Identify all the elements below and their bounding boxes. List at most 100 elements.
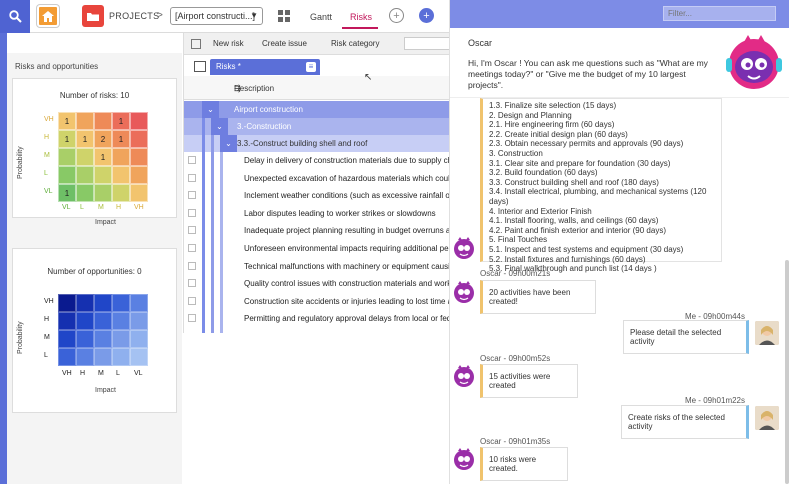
risk-cell[interactable] bbox=[112, 184, 130, 202]
risk-row[interactable]: Permitting and regulatory approval delay… bbox=[184, 310, 450, 328]
risk-cell[interactable] bbox=[112, 148, 130, 166]
group-row[interactable]: ⌄ 3.3.-Construct building shell and roof bbox=[184, 135, 450, 152]
risk-cell[interactable] bbox=[130, 130, 148, 148]
opportunity-cell[interactable] bbox=[94, 294, 112, 312]
create-issue-button[interactable]: Create issue bbox=[262, 39, 307, 48]
dashboard-icon[interactable] bbox=[278, 10, 290, 22]
add-button[interactable]: + bbox=[419, 8, 434, 23]
risk-cell[interactable] bbox=[58, 166, 76, 184]
risk-row[interactable]: Construction site accidents or injuries … bbox=[184, 292, 450, 310]
opportunity-cell[interactable] bbox=[94, 348, 112, 366]
opportunity-cell[interactable] bbox=[130, 294, 148, 312]
risk-cell[interactable] bbox=[94, 112, 112, 130]
opportunity-cell[interactable] bbox=[58, 294, 76, 312]
opportunity-cell[interactable] bbox=[76, 348, 94, 366]
risk-cell[interactable] bbox=[94, 184, 112, 202]
risk-cell[interactable] bbox=[130, 112, 148, 130]
row-checkbox[interactable] bbox=[188, 173, 196, 182]
risk-row[interactable]: Inclement weather conditions (such as ex… bbox=[184, 187, 450, 205]
risk-category-button[interactable]: Risk category bbox=[331, 39, 379, 48]
toolbar-search-input[interactable] bbox=[404, 37, 450, 50]
risk-cell[interactable] bbox=[130, 166, 148, 184]
menu-icon[interactable]: ≡ bbox=[306, 62, 316, 72]
row-checkbox[interactable] bbox=[188, 314, 196, 323]
risk-row[interactable]: Labor disputes leading to worker strikes… bbox=[184, 204, 450, 222]
oscar-message-bubble: 10 risks were created. bbox=[480, 447, 568, 481]
opportunity-cell[interactable] bbox=[112, 348, 130, 366]
row-checkbox[interactable] bbox=[188, 261, 196, 270]
risk-cell[interactable] bbox=[94, 166, 112, 184]
risk-cell[interactable]: 1 bbox=[58, 130, 76, 148]
search-button[interactable] bbox=[0, 0, 30, 33]
opportunity-cell[interactable] bbox=[112, 294, 130, 312]
risk-cell[interactable]: 2 bbox=[94, 130, 112, 148]
opportunity-cell[interactable] bbox=[130, 348, 148, 366]
risk-row[interactable]: Unforeseen environmental impacts requiri… bbox=[184, 240, 450, 257]
filter-input[interactable] bbox=[663, 6, 776, 21]
row-checkbox[interactable] bbox=[188, 191, 196, 200]
opportunity-cell[interactable] bbox=[94, 312, 112, 330]
row-checkbox[interactable] bbox=[188, 208, 196, 217]
probability-axis-label: Probability bbox=[17, 146, 24, 179]
risk-cell[interactable] bbox=[112, 166, 130, 184]
risk-cell[interactable] bbox=[76, 112, 94, 130]
row-checkbox[interactable] bbox=[188, 296, 196, 305]
risk-cell[interactable] bbox=[76, 184, 94, 202]
risk-cell[interactable] bbox=[130, 184, 148, 202]
risk-row[interactable]: Delay in delivery of construction materi… bbox=[184, 152, 450, 169]
risk-cell[interactable]: 1 bbox=[58, 112, 76, 130]
chevron-down-icon[interactable]: ⌄ bbox=[202, 101, 219, 118]
risk-x-tick: M bbox=[98, 204, 104, 211]
opportunity-cell[interactable] bbox=[76, 312, 94, 330]
risk-cell[interactable] bbox=[58, 148, 76, 166]
projects-label[interactable]: PROJECTS bbox=[109, 11, 159, 21]
row-checkbox[interactable] bbox=[188, 156, 196, 164]
opportunity-cell[interactable] bbox=[58, 348, 76, 366]
panel-toggle-icon[interactable] bbox=[194, 61, 206, 72]
chat-top-bar bbox=[450, 0, 789, 28]
group-row[interactable]: ⌄ Airport construction bbox=[184, 101, 450, 118]
opportunity-cell[interactable] bbox=[112, 312, 130, 330]
risk-cell[interactable]: 1 bbox=[112, 130, 130, 148]
chevron-down-icon[interactable]: ⌄ bbox=[220, 135, 237, 152]
oscar-message-meta: Oscar - 09h01m35s bbox=[480, 437, 551, 446]
add-tab-button[interactable]: + bbox=[389, 8, 404, 23]
risk-cell[interactable] bbox=[76, 166, 94, 184]
risk-row[interactable]: Quality control issues with construction… bbox=[184, 275, 450, 293]
row-checkbox[interactable] bbox=[188, 279, 196, 288]
tab-risks[interactable]: Risks bbox=[350, 12, 372, 22]
user-avatar bbox=[755, 321, 779, 345]
chat-scrollbar[interactable] bbox=[785, 260, 789, 484]
risk-x-tick: VH bbox=[134, 204, 144, 211]
opportunity-cell[interactable] bbox=[76, 294, 94, 312]
home-button[interactable] bbox=[37, 5, 59, 27]
risk-cell[interactable]: 1 bbox=[94, 148, 112, 166]
opportunity-cell[interactable] bbox=[130, 312, 148, 330]
row-checkbox[interactable] bbox=[188, 244, 196, 252]
tab-gantt[interactable]: Gantt bbox=[310, 12, 332, 22]
risk-cell[interactable] bbox=[130, 148, 148, 166]
opportunity-cell[interactable] bbox=[76, 330, 94, 348]
opportunity-cell[interactable] bbox=[58, 330, 76, 348]
opportunity-cell[interactable] bbox=[58, 312, 76, 330]
group-row[interactable]: ⌄ 3.-Construction bbox=[184, 118, 450, 135]
chevron-down-icon[interactable]: ⌄ bbox=[211, 118, 228, 135]
impact-axis-label: Impact bbox=[95, 219, 117, 226]
opportunity-cell[interactable] bbox=[112, 330, 130, 348]
opportunity-cell[interactable] bbox=[130, 330, 148, 348]
project-select[interactable]: [Airport constructi...] ▼ bbox=[170, 7, 263, 25]
risk-row[interactable]: Inadequate project planning resulting in… bbox=[184, 222, 450, 240]
new-risk-button[interactable]: New risk bbox=[213, 39, 244, 48]
risk-cell[interactable]: 1 bbox=[112, 112, 130, 130]
description-column-header[interactable]: Description bbox=[234, 84, 274, 93]
risk-cell[interactable] bbox=[76, 148, 94, 166]
risk-row[interactable]: Unexpected excavation of hazardous mater… bbox=[184, 169, 450, 187]
row-checkbox[interactable] bbox=[188, 226, 196, 235]
opportunity-cell[interactable] bbox=[94, 330, 112, 348]
tab-risks-list[interactable]: Risks * ≡ bbox=[210, 59, 320, 75]
risk-cell[interactable]: 1 bbox=[76, 130, 94, 148]
risk-cell[interactable]: 1 bbox=[58, 184, 76, 202]
risk-row[interactable]: Technical malfunctions with machinery or… bbox=[184, 257, 450, 275]
projects-button[interactable] bbox=[82, 5, 104, 27]
settings-icon[interactable] bbox=[191, 39, 201, 49]
